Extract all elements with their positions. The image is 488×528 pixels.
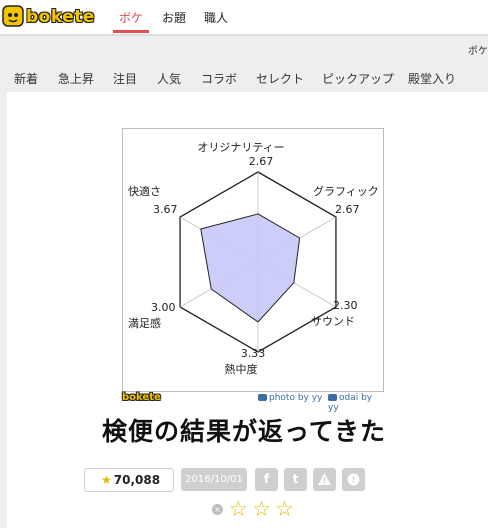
category-select[interactable]: セレクト <box>256 70 304 87</box>
radar-axis-value: 3.33 <box>241 347 266 360</box>
odai-credit-link[interactable]: odai by yy <box>328 393 384 413</box>
twitter-icon: t <box>292 472 299 486</box>
odai-image[interactable]: オリジナリティー 2.67 グラフィック 2.67 サウンド 2.30 熱中度 3.33 満足感… <box>122 128 384 392</box>
category-new[interactable]: 新着 <box>14 70 38 87</box>
category-hall-of-fame[interactable]: 殿堂入り <box>408 70 456 87</box>
star-count: 70,088 <box>113 473 161 487</box>
photo-credit-link[interactable]: photo by yy <box>258 393 322 403</box>
radar-axis-label: 快適さ <box>128 184 161 198</box>
category-collab[interactable]: コラボ <box>201 70 237 87</box>
active-tab-indicator <box>113 30 149 33</box>
rate-star-1[interactable]: ☆ <box>229 497 248 521</box>
image-icon <box>328 394 337 401</box>
image-credits: bokete photo by yy odai by yy <box>122 392 384 413</box>
warning-icon <box>318 473 331 485</box>
radar-chart: オリジナリティー2.67グラフィック2.67サウンド2.30熱中度3.33満足感… <box>128 141 379 376</box>
facebook-icon: f <box>263 472 270 486</box>
bokete-face-icon <box>2 5 24 27</box>
radar-axis-value: 3.67 <box>153 203 178 216</box>
twitter-share-button[interactable]: t <box>284 468 307 491</box>
tab-odai[interactable]: お題 <box>162 9 186 26</box>
post-date: 2016/10/01 <box>181 468 247 491</box>
photo-credit-text: photo by yy <box>269 393 323 403</box>
rate-star-3[interactable]: ☆ <box>275 497 294 521</box>
category-rising[interactable]: 急上昇 <box>58 70 94 87</box>
category-bar: 新着 急上昇 注目 人気 コラボ セレクト ピックアップ 殿堂入り <box>0 60 488 94</box>
facebook-share-button[interactable]: f <box>255 468 278 491</box>
radar-axis-label: オリジナリティー <box>197 141 284 154</box>
radar-axis-label: 満足感 <box>128 317 161 330</box>
radar-axis-label: グラフィック <box>313 184 379 198</box>
logo-text: bokete <box>26 7 95 27</box>
radar-axis-label: サウンド <box>311 315 355 328</box>
header-bar: bokete ボケ お題 職人 <box>0 0 488 36</box>
radar-axis-label: 熱中度 <box>225 362 258 376</box>
right-boke-link[interactable]: ボケ <box>468 42 488 57</box>
radar-data-polygon <box>200 213 301 323</box>
bokete-watermark: bokete <box>122 392 161 403</box>
category-pickup[interactable]: ピックアップ <box>322 70 394 87</box>
star-icon: ★ <box>101 473 112 487</box>
clear-rating-icon[interactable]: × <box>212 504 223 515</box>
star-count-button[interactable]: ★ 70,088 <box>84 468 174 492</box>
tab-shokunin[interactable]: 職人 <box>204 9 228 26</box>
category-attention[interactable]: 注目 <box>113 70 137 87</box>
radar-axis-value: 2.30 <box>333 299 358 312</box>
category-popular[interactable]: 人気 <box>157 70 181 87</box>
info-button[interactable] <box>342 468 365 491</box>
rate-star-2[interactable]: ☆ <box>252 497 271 521</box>
boke-caption: 検便の結果が返ってきた <box>101 417 386 446</box>
report-button[interactable] <box>313 468 336 491</box>
tab-boke[interactable]: ボケ <box>119 9 143 26</box>
radar-axis-value: 2.67 <box>249 155 274 168</box>
radar-axis-value: 3.00 <box>151 301 176 314</box>
camera-icon <box>258 394 267 401</box>
info-icon <box>347 473 360 486</box>
radar-axis-value: 2.67 <box>335 203 360 216</box>
bokete-logo[interactable]: bokete <box>2 5 94 27</box>
